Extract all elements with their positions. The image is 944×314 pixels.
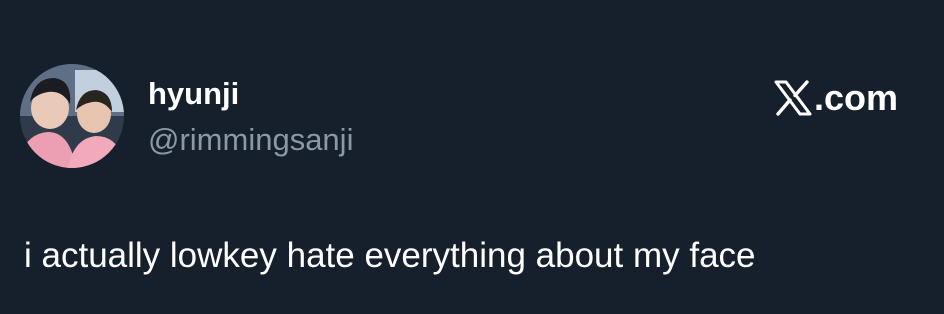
- brand-watermark: .com: [774, 78, 898, 118]
- x-logo-icon: [774, 80, 812, 116]
- avatar[interactable]: [20, 64, 124, 168]
- brand-domain: .com: [813, 77, 898, 118]
- user-handle[interactable]: @rimmingsanji: [148, 122, 353, 158]
- tweet-card: hyunji @rimmingsanji .com i actually low…: [0, 0, 944, 314]
- avatar-photo: [20, 64, 124, 168]
- tweet-text: i actually lowkey hate everything about …: [24, 236, 756, 275]
- display-name[interactable]: hyunji: [148, 76, 239, 112]
